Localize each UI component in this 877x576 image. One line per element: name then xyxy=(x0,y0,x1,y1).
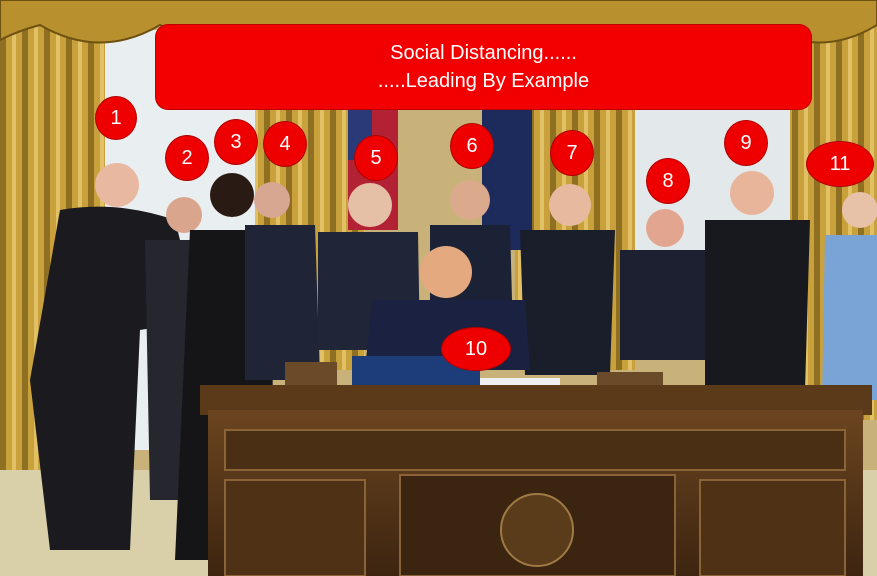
marker-3: 3 xyxy=(214,119,258,165)
marker-8: 8 xyxy=(646,158,690,204)
marker-7: 7 xyxy=(550,130,594,176)
marker-4: 4 xyxy=(263,121,307,167)
marker-5: 5 xyxy=(354,135,398,181)
resolute-desk xyxy=(200,385,872,576)
caption-banner: Social Distancing...... .....Leading By … xyxy=(156,25,811,109)
marker-2: 2 xyxy=(165,135,209,181)
caption-line-1: Social Distancing...... xyxy=(390,42,577,64)
marker-9: 9 xyxy=(724,120,768,166)
caption-line-2: .....Leading By Example xyxy=(377,70,590,92)
marker-11: 11 xyxy=(806,141,874,187)
marker-6: 6 xyxy=(450,123,494,169)
marker-1: 1 xyxy=(95,96,137,140)
marker-10: 10 xyxy=(441,327,511,371)
